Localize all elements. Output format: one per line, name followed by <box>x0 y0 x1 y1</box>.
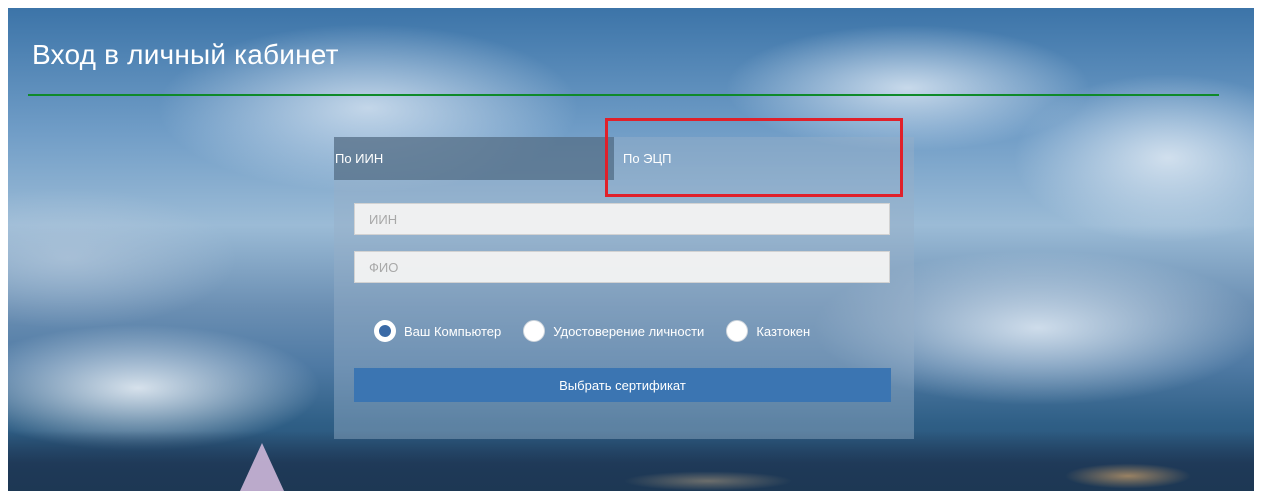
radio-unchecked-icon[interactable] <box>726 320 749 342</box>
radio-label-computer: Ваш Компьютер <box>404 323 502 339</box>
select-certificate-button[interactable]: Выбрать сертификат <box>354 368 891 402</box>
tab-by-iin[interactable]: По ИИН <box>334 137 614 180</box>
radio-label-id-card: Удостоверение личности <box>553 323 705 339</box>
iin-input[interactable] <box>354 203 890 235</box>
radio-unchecked-icon[interactable] <box>523 320 546 342</box>
radio-checked-icon[interactable] <box>374 320 396 342</box>
login-page-background: Вход в личный кабинет По ИИН По ЭЦП Ваш … <box>8 8 1254 491</box>
radio-option-computer[interactable]: Ваш Компьютер <box>374 320 501 342</box>
fio-input[interactable] <box>354 251 890 283</box>
city-skyline-image <box>8 431 1254 491</box>
radio-label-kaztoken: Казтокен <box>756 323 811 339</box>
tower-spire-image <box>240 443 284 491</box>
radio-option-kaztoken[interactable]: Казтокен <box>726 320 810 342</box>
title-divider <box>28 94 1219 96</box>
tab-by-ecp[interactable]: По ЭЦП <box>614 137 911 180</box>
storage-radio-group: Ваш Компьютер Удостоверение личности Каз… <box>374 318 832 344</box>
radio-option-id-card[interactable]: Удостоверение личности <box>523 320 704 342</box>
login-panel: По ИИН По ЭЦП Ваш Компьютер Удостоверени… <box>334 137 914 439</box>
page-title: Вход в личный кабинет <box>32 39 339 70</box>
